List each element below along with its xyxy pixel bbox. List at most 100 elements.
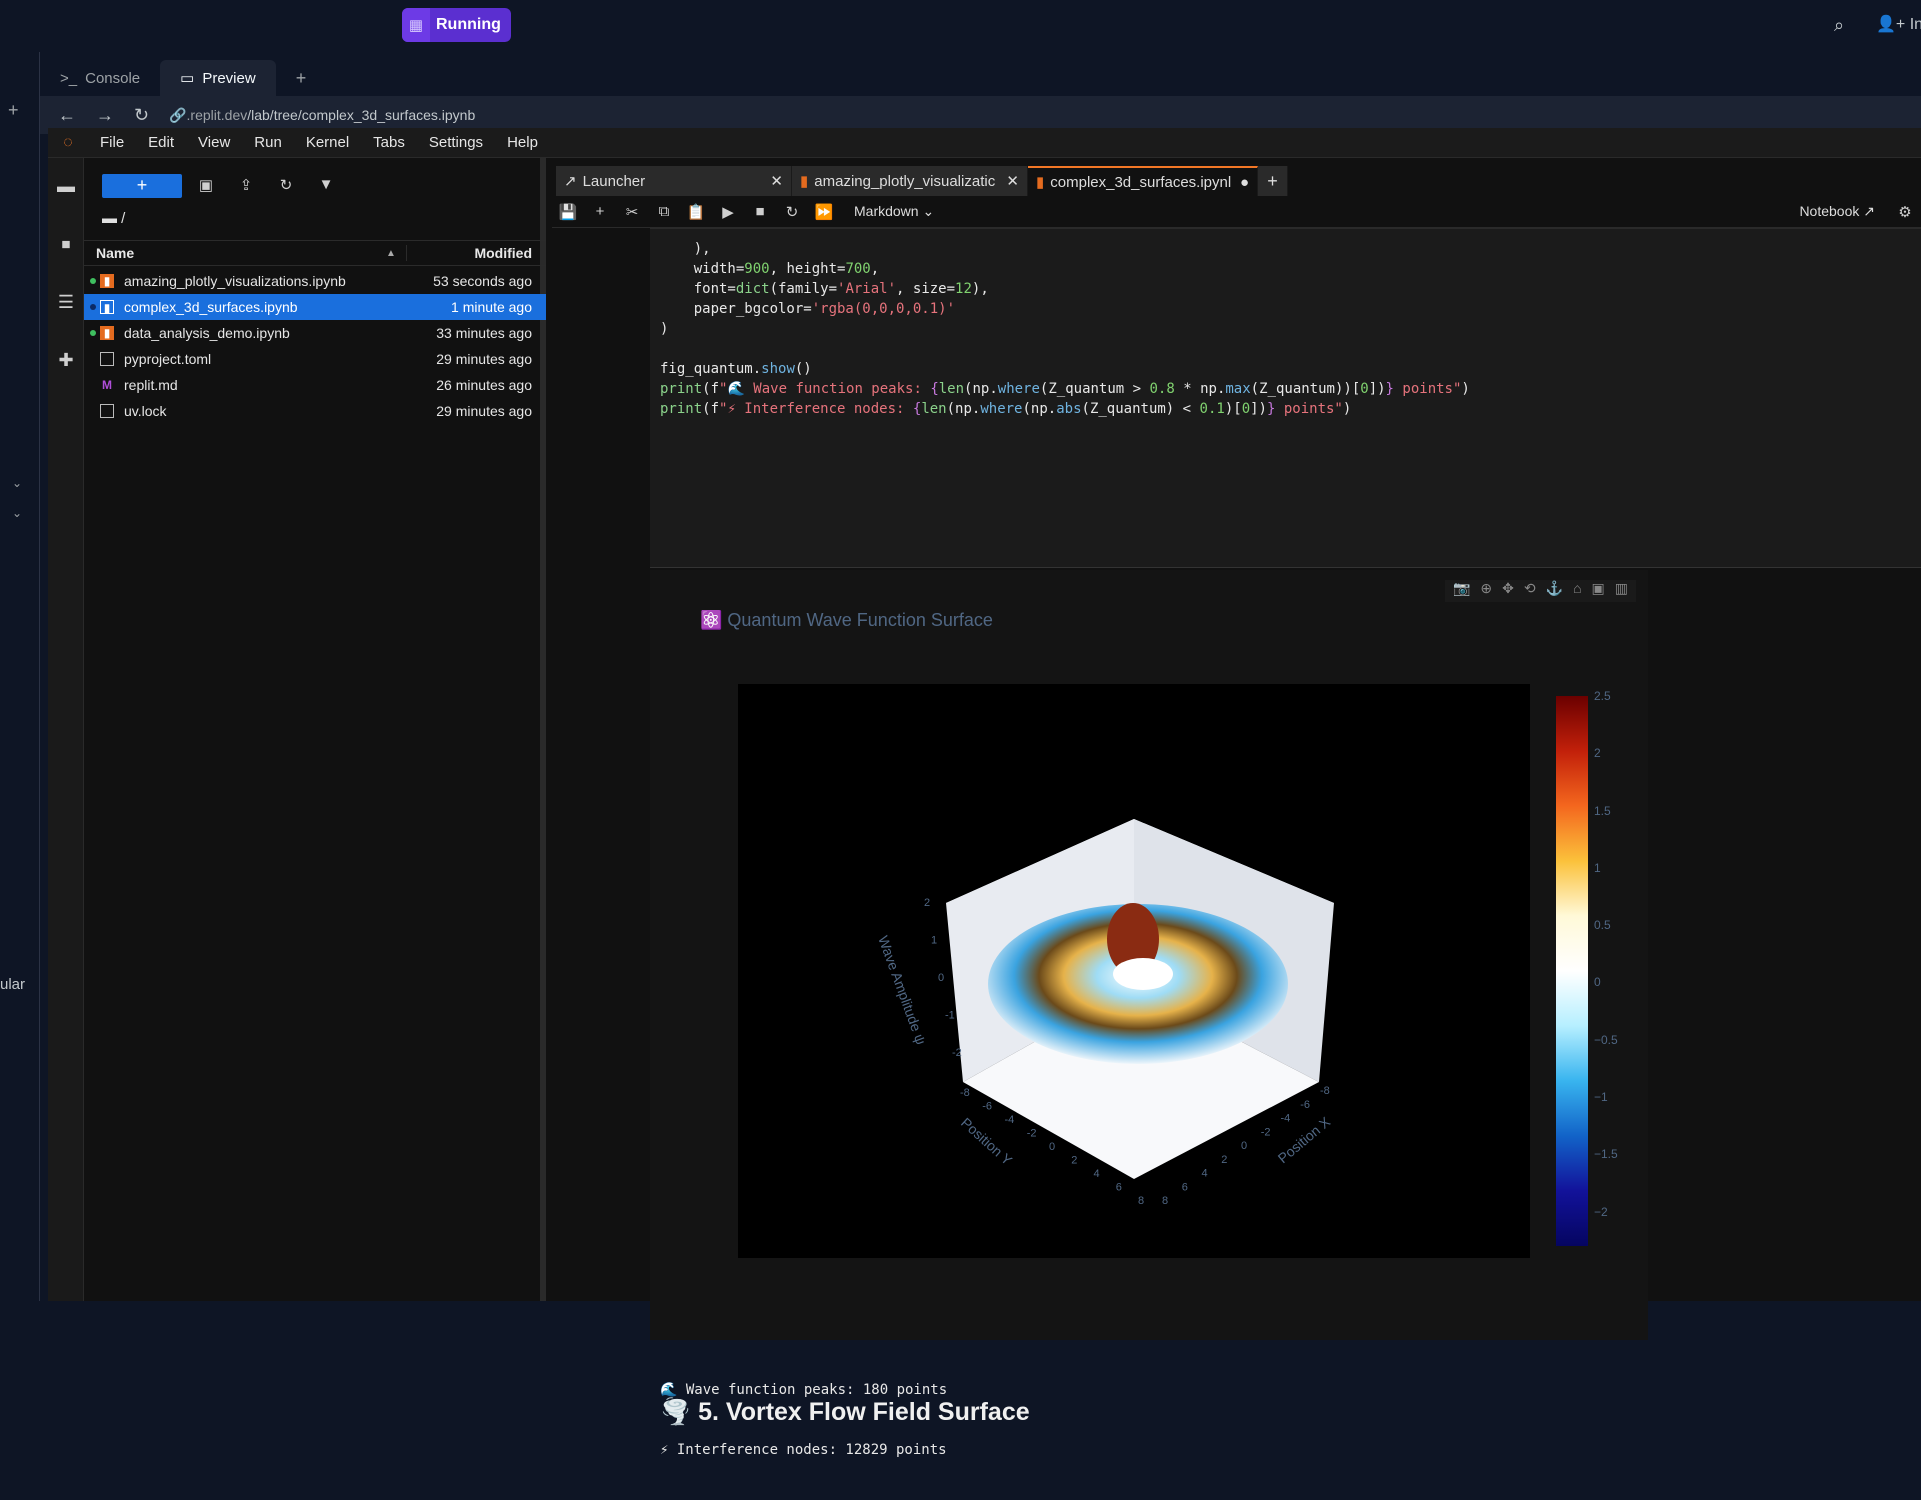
z-axis-tick: -2 — [952, 1047, 962, 1059]
file-icon — [100, 404, 114, 418]
x-axis-tick: -6 — [1300, 1099, 1310, 1111]
file-row[interactable]: uv.lock 29 minutes ago — [84, 398, 546, 424]
file-name: uv.lock — [124, 403, 167, 419]
forward-icon[interactable]: → — [96, 105, 114, 126]
menu-edit[interactable]: Edit — [136, 134, 186, 151]
new-launcher-button[interactable]: + — [102, 174, 182, 198]
top-bar: ▦ Running ⌕ 👤+ Inv — [0, 0, 1921, 52]
notebook-kernel-button[interactable]: Notebook ↗ — [1799, 203, 1875, 220]
sort-asc-icon[interactable]: ▲ — [386, 248, 406, 259]
notebook-icon: ▮ — [100, 300, 114, 315]
breadcrumb[interactable]: ▬ / — [102, 210, 125, 227]
add-icon[interactable]: + — [8, 100, 19, 121]
copy-icon[interactable]: ⧉ — [648, 203, 680, 220]
kernel-running-dot — [90, 278, 96, 284]
pan-icon[interactable]: ✥ — [1502, 580, 1514, 602]
file-row[interactable]: ▮ amazing_plotly_visualizations.ipynb 53… — [84, 268, 546, 294]
menu-view[interactable]: View — [186, 134, 242, 151]
zoom-icon[interactable]: ⊕ — [1480, 580, 1492, 602]
cell-type-select[interactable]: Markdown ⌄ — [854, 203, 934, 220]
file-row[interactable]: M replit.md 26 minutes ago — [84, 372, 546, 398]
colorbar — [1556, 696, 1588, 1246]
home-icon[interactable]: ⌂ — [1573, 580, 1581, 602]
tab-launcher[interactable]: ↗ Launcher ✕ — [556, 166, 792, 196]
plotly-logo-icon[interactable]: ▥ — [1615, 580, 1628, 602]
y-axis-tick: 2 — [1071, 1155, 1077, 1167]
reload-icon[interactable]: ↻ — [134, 105, 149, 126]
run-icon[interactable]: ▶ — [712, 203, 744, 221]
menu-kernel[interactable]: Kernel — [294, 134, 361, 151]
camera-icon[interactable]: 📷 — [1453, 580, 1470, 602]
colorbar-tick: 0 — [1594, 975, 1601, 990]
turntable-icon[interactable]: ⚓ — [1546, 580, 1563, 602]
reset-camera-icon[interactable]: ▣ — [1592, 580, 1605, 602]
x-axis-tick: 8 — [1162, 1195, 1168, 1207]
folder-icon[interactable]: ▬ — [56, 176, 76, 196]
new-folder-icon[interactable]: ▣ — [196, 176, 216, 196]
cut-icon[interactable]: ✂ — [616, 203, 648, 221]
fast-forward-icon[interactable]: ⏩ — [808, 203, 840, 221]
settings-icon[interactable]: ⚙ — [1889, 203, 1921, 221]
menu-file[interactable]: File — [88, 134, 136, 151]
z-axis-tick: -1 — [945, 1010, 955, 1022]
back-icon[interactable]: ← — [58, 105, 76, 126]
filter-icon[interactable]: ▼ — [316, 176, 336, 196]
file-row-selected[interactable]: ▮ complex_3d_surfaces.ipynb 1 minute ago — [84, 294, 546, 320]
menu-help[interactable]: Help — [495, 134, 550, 151]
y-axis-tick: -8 — [960, 1087, 970, 1099]
jupyter-sidebar: ▬ ⏹ ☰ ✚ — [48, 158, 84, 1301]
running-sessions-icon[interactable]: ⏹ — [56, 234, 76, 254]
paste-icon[interactable]: 📋 — [680, 203, 712, 221]
invite-button[interactable]: 👤+ Inv — [1876, 14, 1921, 34]
code-cell[interactable]: ), width=900, height=700, font=dict(fami… — [650, 228, 1921, 568]
chevron-down-icon[interactable]: ⌄ — [12, 476, 22, 490]
url-field[interactable]: 🔗.replit.dev/lab/tree/complex_3d_surface… — [169, 107, 475, 124]
jupyter-logo-icon: ◌ — [63, 133, 73, 151]
kernel-running-dot — [90, 330, 96, 336]
external-link-icon: ↗ — [1863, 203, 1875, 219]
tab-preview[interactable]: ▭ Preview — [160, 60, 276, 96]
plotly-figure[interactable]: 📷 ⊕ ✥ ⟲ ⚓ ⌂ ▣ ▥ ⚛️ Quantum Wave Function… — [650, 570, 1648, 1340]
close-icon[interactable]: ✕ — [1006, 172, 1019, 190]
column-modified-header[interactable]: Modified — [406, 245, 546, 261]
extensions-icon[interactable]: ✚ — [56, 350, 76, 370]
save-icon[interactable]: 💾 — [552, 203, 584, 221]
file-row[interactable]: pyproject.toml 29 minutes ago — [84, 346, 546, 372]
new-tab-button[interactable]: + — [276, 60, 327, 96]
orbit-rotation-icon[interactable]: ⟲ — [1524, 580, 1536, 602]
file-name: complex_3d_surfaces.ipynb — [124, 299, 298, 315]
add-tab-button[interactable]: + — [1258, 166, 1288, 196]
close-icon[interactable]: ✕ — [770, 172, 783, 190]
run-status-button[interactable]: ▦ Running — [402, 8, 511, 42]
refresh-icon[interactable]: ↻ — [276, 176, 296, 196]
colorbar-tick: 0.5 — [1594, 918, 1611, 933]
restart-icon[interactable]: ↻ — [776, 203, 808, 221]
menu-tabs[interactable]: Tabs — [361, 134, 417, 151]
unsaved-dot-icon[interactable]: ● — [1240, 174, 1249, 191]
table-of-contents-icon[interactable]: ☰ — [56, 292, 76, 312]
y-axis-tick: -2 — [1027, 1128, 1037, 1140]
tab-notebook-active[interactable]: ▮ complex_3d_surfaces.ipynl ● — [1028, 166, 1258, 196]
markdown-icon: M — [102, 378, 112, 392]
search-icon[interactable]: ⌕ — [1834, 15, 1844, 36]
notebook-icon: ▮ — [1036, 174, 1045, 191]
launcher-icon: ↗ — [564, 173, 577, 190]
upload-icon[interactable]: ⇪ — [236, 176, 256, 196]
insert-cell-icon[interactable]: + — [584, 203, 616, 220]
chevron-down-icon[interactable]: ⌄ — [12, 506, 22, 520]
file-row[interactable]: ▮ data_analysis_demo.ipynb 33 minutes ag… — [84, 320, 546, 346]
file-name: replit.md — [124, 377, 178, 393]
tab-preview-label: Preview — [202, 69, 256, 87]
tab-notebook[interactable]: ▮ amazing_plotly_visualizatic ✕ — [792, 166, 1028, 196]
3d-scene[interactable]: -8 -6 -4 -2 0 2 4 6 8 -8 -6 -4 -2 0 2 4 6 8 2 1 0 -1 -2 Posi… — [738, 684, 1530, 1258]
stop-icon[interactable]: ■ — [744, 203, 776, 220]
menu-run[interactable]: Run — [242, 134, 294, 151]
file-browser-toolbar: + ▣ ⇪ ↻ ▼ — [84, 174, 546, 202]
tab-console[interactable]: >_ Console — [40, 60, 160, 96]
plotly-modebar: 📷 ⊕ ✥ ⟲ ⚓ ⌂ ▣ ▥ — [1444, 580, 1636, 602]
code-line: print(f"🌊 Wave function peaks: {len(np.w… — [660, 381, 1470, 397]
z-axis-tick: 2 — [924, 897, 930, 909]
kernel-label: Notebook — [1799, 203, 1860, 219]
column-name-header[interactable]: Name — [84, 245, 386, 261]
menu-settings[interactable]: Settings — [417, 134, 495, 151]
